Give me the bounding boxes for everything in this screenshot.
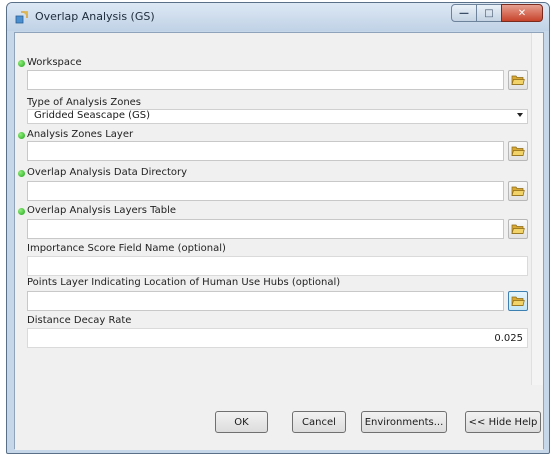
- workspace-input[interactable]: [27, 70, 504, 90]
- data-directory-label: Overlap Analysis Data Directory: [27, 167, 188, 178]
- workspace-browse-button[interactable]: [508, 70, 528, 90]
- window-title: Overlap Analysis (GS): [35, 10, 155, 23]
- workspace-label: Workspace: [27, 57, 82, 68]
- vertical-scrollbar[interactable]: [531, 33, 543, 385]
- required-indicator-icon: [18, 132, 25, 139]
- layers-table-input[interactable]: [27, 219, 504, 239]
- minimize-button[interactable]: —: [451, 4, 477, 22]
- minimize-icon: —: [459, 7, 469, 19]
- layers-table-browse-button[interactable]: [508, 219, 528, 239]
- window-controls: — □ ✕: [451, 4, 543, 22]
- environments-button[interactable]: Environments...: [361, 411, 447, 433]
- open-folder-icon: [511, 224, 525, 234]
- human-use-hubs-label: Points Layer Indicating Location of Huma…: [27, 277, 341, 288]
- importance-field-label: Importance Score Field Name (optional): [27, 243, 226, 254]
- title-bar[interactable]: Overlap Analysis (GS) — □ ✕: [7, 3, 549, 31]
- arcgis-tool-icon: [15, 11, 28, 24]
- layers-table-label: Overlap Analysis Layers Table: [27, 205, 176, 216]
- close-icon: ✕: [517, 7, 527, 19]
- maximize-icon: □: [484, 7, 494, 19]
- dialog-client-area: Workspace Type of Analysis Zones Gridded…: [14, 32, 544, 450]
- analysis-zone-type-label: Type of Analysis Zones: [27, 97, 142, 108]
- open-folder-icon: [511, 296, 525, 306]
- parameters-panel[interactable]: Workspace Type of Analysis Zones Gridded…: [15, 33, 531, 385]
- data-directory-input[interactable]: [27, 181, 504, 201]
- distance-decay-label: Distance Decay Rate: [27, 315, 132, 326]
- maximize-button[interactable]: □: [476, 4, 502, 22]
- analysis-zones-layer-input[interactable]: [27, 141, 504, 161]
- dialog-window: Overlap Analysis (GS) — □ ✕ Workspace Ty…: [6, 2, 550, 454]
- human-use-hubs-browse-button[interactable]: [508, 291, 528, 311]
- distance-decay-value: 0.025: [494, 333, 523, 344]
- analysis-zones-layer-browse-button[interactable]: [508, 141, 528, 161]
- open-folder-icon: [511, 146, 525, 156]
- required-indicator-icon: [18, 208, 25, 215]
- human-use-hubs-input[interactable]: [27, 291, 504, 311]
- required-indicator-icon: [18, 60, 25, 67]
- hide-help-button[interactable]: << Hide Help: [465, 411, 541, 433]
- ok-button[interactable]: OK: [215, 411, 268, 433]
- data-directory-browse-button[interactable]: [508, 181, 528, 201]
- analysis-zone-type-select[interactable]: Gridded Seascape (GS): [27, 109, 528, 124]
- open-folder-icon: [511, 75, 525, 85]
- button-bar: OK Cancel Environments... << Hide Help: [15, 385, 543, 450]
- distance-decay-input[interactable]: 0.025: [27, 328, 528, 348]
- chevron-down-icon: [517, 113, 523, 117]
- cancel-button[interactable]: Cancel: [292, 411, 346, 433]
- required-indicator-icon: [18, 170, 25, 177]
- close-button[interactable]: ✕: [501, 4, 543, 22]
- analysis-zones-layer-label: Analysis Zones Layer: [27, 129, 134, 140]
- importance-field-input[interactable]: [27, 256, 528, 276]
- analysis-zone-type-value: Gridded Seascape (GS): [34, 110, 151, 121]
- open-folder-icon: [511, 186, 525, 196]
